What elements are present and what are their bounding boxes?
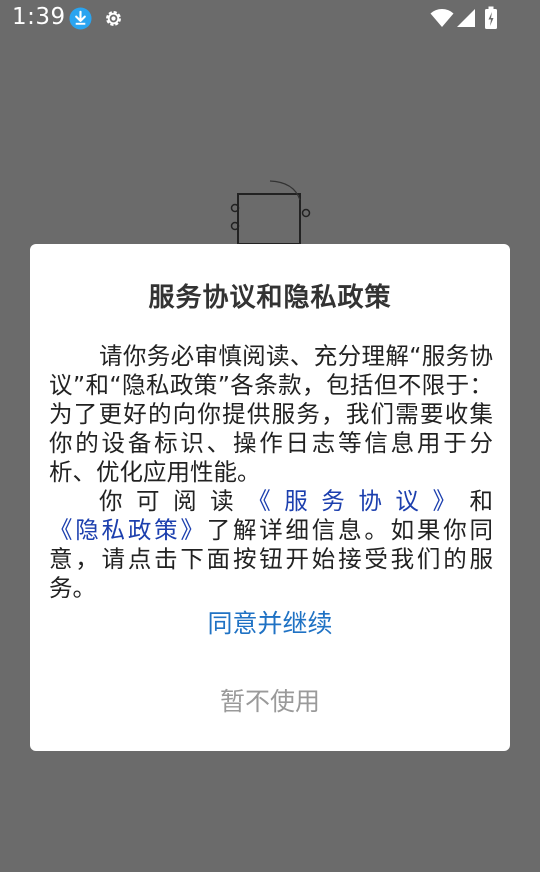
privacy-dialog: 服务协议和隐私政策 请你务必审慎阅读、充分理解“服务协议”和“隐私政策”各条款，… <box>30 244 510 751</box>
dialog-paragraph-1: 请你务必审慎阅读、充分理解“服务协议”和“隐私政策”各条款，包括但不限于：为了更… <box>49 342 493 486</box>
dialog-body: 请你务必审慎阅读、充分理解“服务协议”和“隐私政策”各条款，包括但不限于：为了更… <box>49 342 493 603</box>
agree-continue-button[interactable]: 同意并继续 <box>30 604 510 640</box>
privacy-policy-link[interactable]: 《隐私政策》 <box>49 516 207 544</box>
gear-icon <box>106 11 121 26</box>
decline-button[interactable]: 暂不使用 <box>30 682 510 718</box>
service-agreement-link[interactable]: 《服务协议》 <box>247 487 469 515</box>
dialog-title: 服务协议和隐私政策 <box>148 283 392 313</box>
app-logo-icon <box>230 180 311 245</box>
para2-prefix: 你可阅读 <box>99 487 248 515</box>
battery-icon <box>485 6 497 29</box>
dialog-paragraph-2: 你可阅读《服务协议》和《隐私政策》了解详细信息。如果你同意，请点击下面按钮开始接… <box>49 487 493 603</box>
signal-icon <box>457 9 475 27</box>
para2-and: 和 <box>469 487 494 515</box>
download-icon <box>69 7 92 30</box>
status-time: 1:39 <box>12 4 66 30</box>
status-bar: 1:39 <box>0 0 540 38</box>
wifi-icon <box>430 9 454 27</box>
